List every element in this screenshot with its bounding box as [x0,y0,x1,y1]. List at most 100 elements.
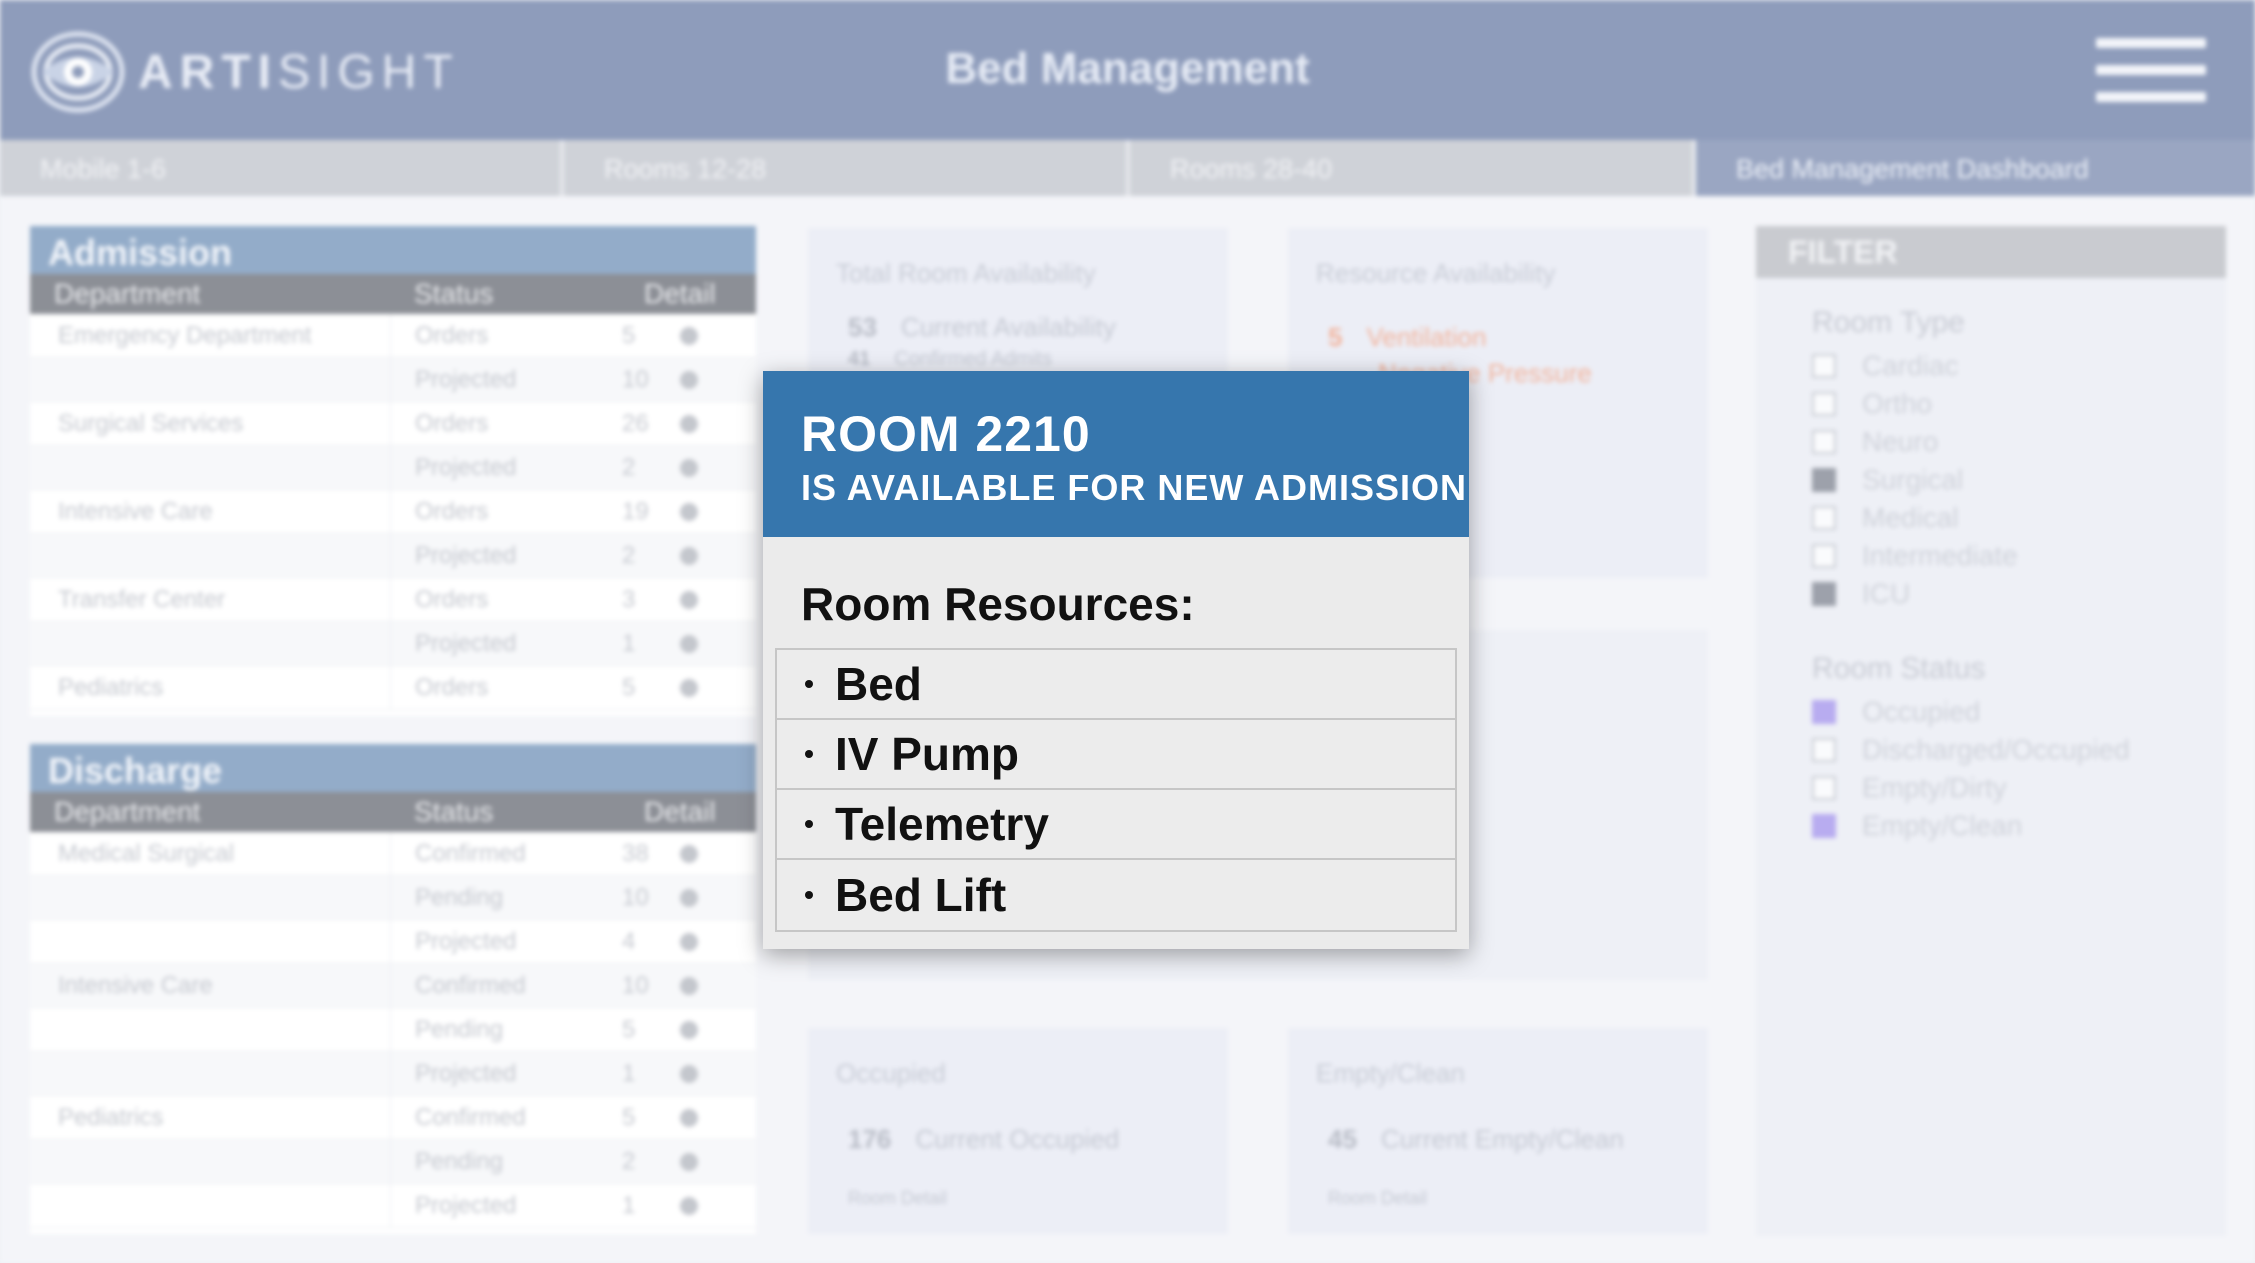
discharge-column-headers: Department Status Detail [30,792,756,832]
resource-item: Bed [777,650,1455,720]
checkbox[interactable] [1812,506,1836,530]
status-cell: Orders [390,665,610,710]
tab-bar: Mobile 1-6 Rooms 12-28 Rooms 28-40 Bed M… [0,140,2255,196]
detail-icon[interactable] [680,1196,698,1215]
filter-option[interactable]: Cardiac [1812,350,1958,382]
department-cell: Pediatrics [58,673,164,701]
value-cell: 2 [622,541,636,569]
detail-icon[interactable] [680,546,698,565]
checkbox[interactable] [1812,582,1836,606]
tab-rooms-28-40[interactable]: Rooms 28-40 [1130,140,1696,196]
resource-item: Telemetry [777,790,1455,860]
checkbox[interactable] [1812,392,1836,416]
bullet-icon [805,820,813,828]
discharge-rows: Medical Surgical Confirmed 38 Pending 10 Proj… [30,831,756,1228]
detail-icon[interactable] [680,414,698,433]
value-cell: 26 [622,409,649,437]
value-cell: 3 [622,585,636,613]
detail-icon[interactable] [680,458,698,477]
checkbox[interactable] [1812,468,1836,492]
tab-rooms-12-28[interactable]: Rooms 12-28 [564,140,1130,196]
checkbox[interactable] [1812,430,1836,454]
resource-item: Bed Lift [777,860,1455,930]
room-resources-list: Bed IV Pump Telemetry Bed Lift [775,648,1457,932]
filter-option[interactable]: Intermediate [1812,540,2018,572]
checkbox[interactable] [1812,814,1836,838]
current-empty-clean: 45 Current Empty/Clean [1328,1124,1624,1154]
detail-icon[interactable] [680,844,698,863]
value-cell: 1 [622,1059,636,1087]
bullet-icon [805,750,813,758]
status-cell: Projected [390,445,610,490]
detail-icon[interactable] [680,370,698,389]
filter-option[interactable]: Ortho [1812,388,1932,420]
filter-option-label: Medical [1862,502,1959,533]
filter-option[interactable]: ICU [1812,578,1910,610]
detail-icon[interactable] [680,1152,698,1171]
department-cell: Pediatrics [58,1103,164,1131]
detail-icon[interactable] [680,678,698,697]
value-cell: 38 [622,839,649,867]
detail-icon[interactable] [680,1064,698,1083]
detail-icon[interactable] [680,634,698,653]
popup-room-title: ROOM 2210 [801,406,1091,462]
department-cell: Surgical Services [58,409,244,437]
table-row: Surgical Services Orders 26 [30,401,756,446]
value-cell: 19 [622,497,649,525]
filter-option[interactable]: Occupied [1812,696,1980,728]
detail-icon[interactable] [680,1108,698,1127]
room-detail-link[interactable]: Room Detail [848,1188,947,1209]
detail-icon[interactable] [680,976,698,995]
status-cell: Confirmed [390,1095,610,1140]
status-cell: Projected [390,1051,610,1096]
filter-option[interactable]: Discharged/Occupied [1812,734,2130,766]
column-detail: Detail [644,278,716,309]
table-row: Projected 1 [30,1183,756,1228]
detail-icon[interactable] [680,502,698,521]
admission-column-headers: Department Status Detail [30,274,756,314]
filter-option[interactable]: Empty/Dirty [1812,772,2007,804]
current-occupied: 176 Current Occupied [848,1124,1120,1154]
department-cell: Medical Surgical [58,839,235,867]
value-cell: 2 [622,1147,636,1175]
value-cell: 10 [622,883,649,911]
status-cell: Confirmed [390,963,610,1008]
checkbox[interactable] [1812,776,1836,800]
detail-icon[interactable] [680,326,698,345]
hamburger-menu-icon[interactable] [2096,38,2206,102]
tab-bed-management-dashboard[interactable]: Bed Management Dashboard [1696,140,2255,196]
table-row: Projected 2 [30,533,756,578]
checkbox[interactable] [1812,354,1836,378]
filter-title: FILTER [1756,226,2226,278]
filter-option[interactable]: Surgical [1812,464,1963,496]
top-bar: ARTISIGHT Bed Management [0,0,2255,140]
checkbox[interactable] [1812,700,1836,724]
empty-clean-card: Empty/Clean 45 Current Empty/Clean Room D… [1288,1028,1708,1234]
status-cell: Projected [390,919,610,964]
filter-option[interactable]: Empty/Clean [1812,810,2022,842]
table-row: Projected 10 [30,357,756,402]
filter-option[interactable]: Neuro [1812,426,1938,458]
checkbox[interactable] [1812,544,1836,568]
card-title: Occupied [836,1058,946,1088]
detail-icon[interactable] [680,932,698,951]
value-cell: 5 [622,1015,636,1043]
filter-option[interactable]: Medical [1812,502,1958,534]
detail-icon[interactable] [680,1020,698,1039]
status-cell: Confirmed [390,831,610,876]
room-status-label: Room Status [1812,652,1986,685]
tab-mobile[interactable]: Mobile 1-6 [0,140,564,196]
detail-icon[interactable] [680,590,698,609]
checkbox[interactable] [1812,738,1836,762]
status-cell: Projected [390,621,610,666]
table-row: Pending 5 [30,1007,756,1052]
discharge-panel: Discharge Department Status Detail Medic… [30,744,756,1234]
status-cell: Orders [390,489,610,534]
status-cell: Projected [390,533,610,578]
filter-option-label: Surgical [1862,464,1964,495]
department-cell: Emergency Department [58,321,312,349]
detail-icon[interactable] [680,888,698,907]
value-cell: 10 [622,971,649,999]
resource-item: IV Pump [777,720,1455,790]
room-detail-link[interactable]: Room Detail [1328,1188,1427,1209]
